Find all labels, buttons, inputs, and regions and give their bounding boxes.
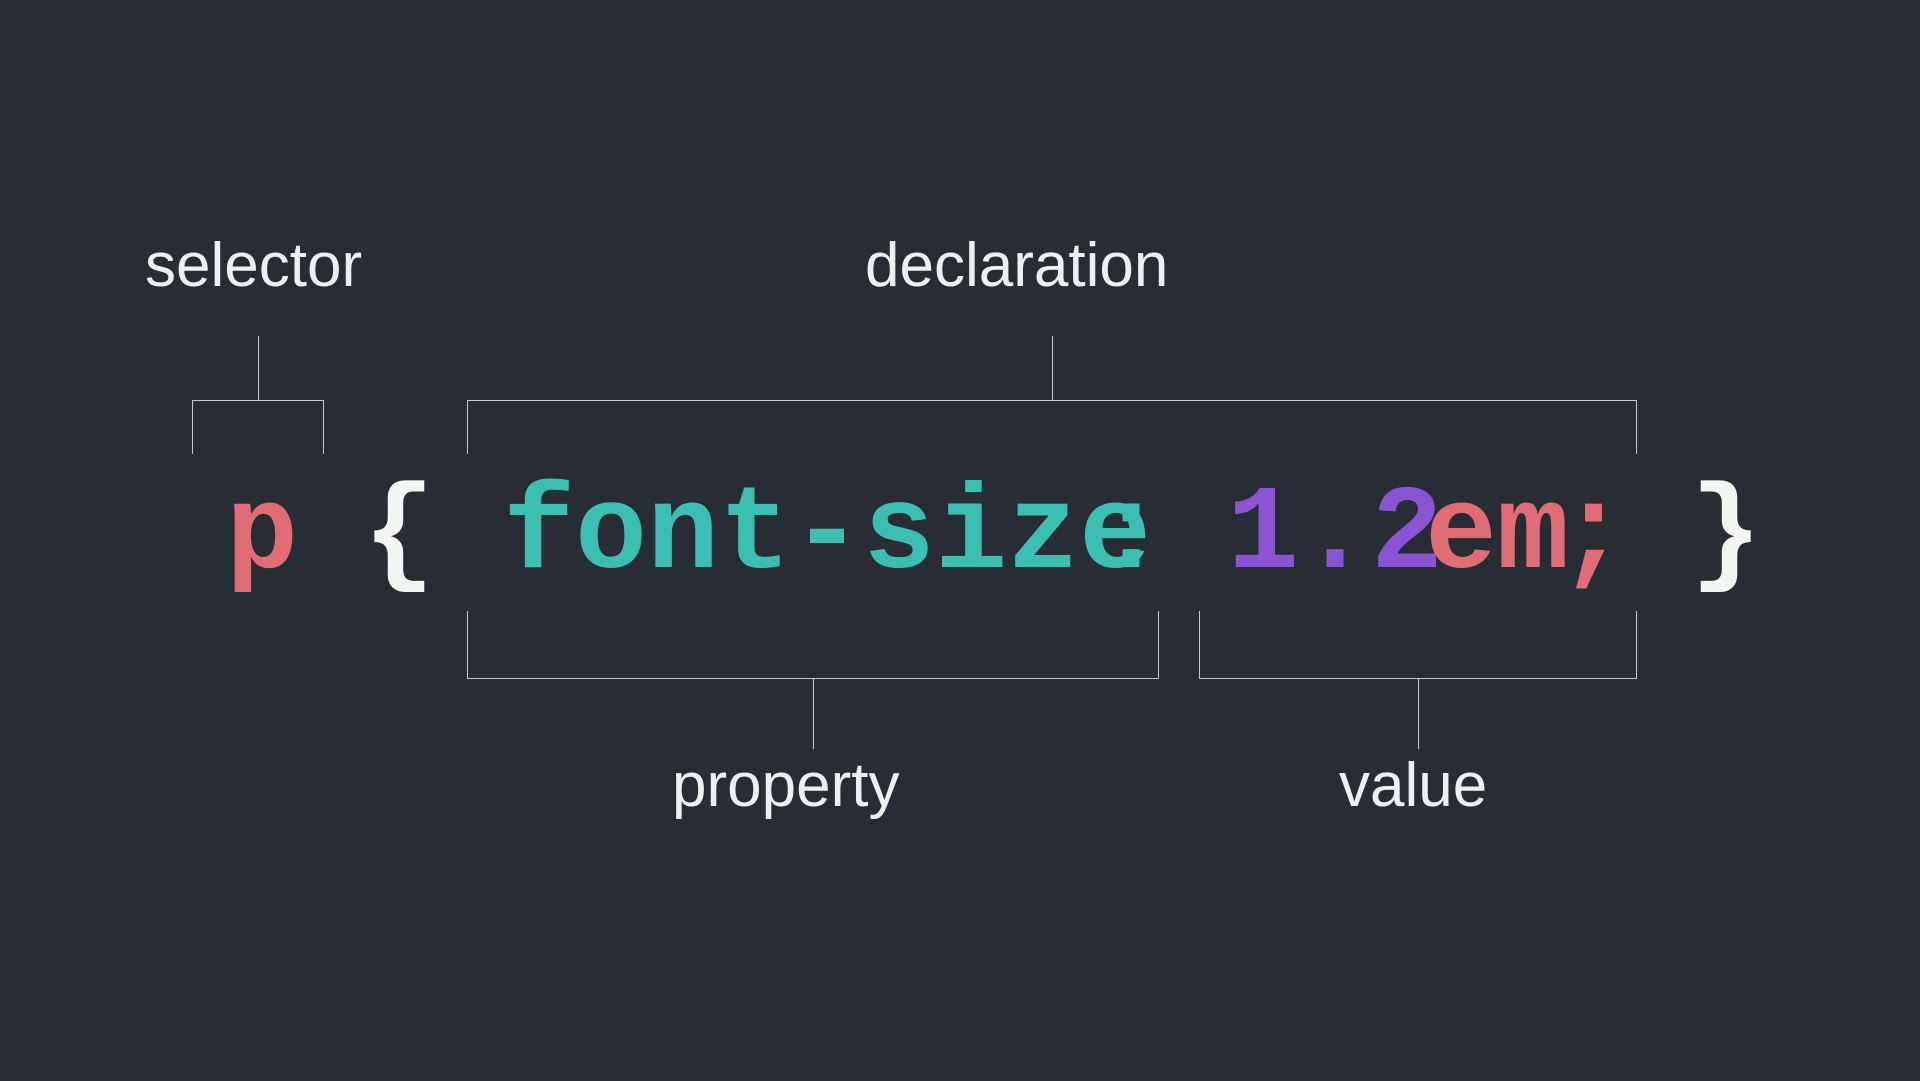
token-brace-close: } [1690,468,1762,604]
value-stem [1418,679,1419,749]
token-selector: p [226,468,298,604]
value-bracket [1199,611,1637,679]
label-value: value [1339,750,1487,821]
label-property: property [672,750,899,821]
token-unit: em [1425,468,1569,604]
token-number: 1.2 [1227,468,1443,604]
token-property: font-size [503,468,1151,604]
selector-bracket [192,400,324,454]
label-selector: selector [145,230,362,301]
token-semicolon: ; [1557,468,1629,604]
property-stem [813,679,814,749]
css-anatomy-diagram: selector declaration p { font-size : 1.2… [0,0,1920,1081]
selector-stem [258,336,259,400]
token-brace-open: { [363,468,435,604]
property-bracket [467,611,1159,679]
declaration-bracket [467,400,1637,454]
declaration-stem [1052,336,1053,400]
label-declaration: declaration [865,230,1168,301]
token-colon: : [1095,468,1167,604]
